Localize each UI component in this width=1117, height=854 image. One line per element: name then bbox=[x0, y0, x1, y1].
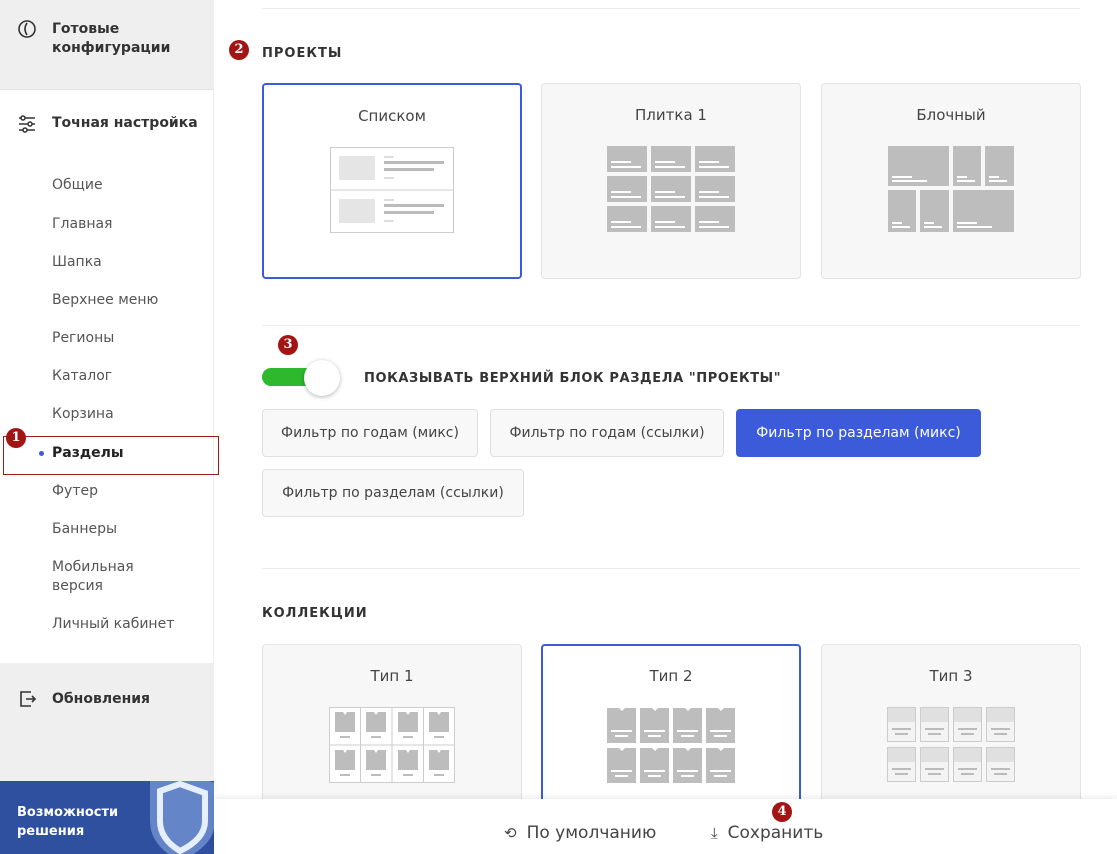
features-banner[interactable]: Возможности решения bbox=[0, 781, 214, 854]
show-top-block-label: ПОКАЗЫВАТЬ ВЕРХНИЙ БЛОК РАЗДЕЛА "ПРОЕКТЫ… bbox=[364, 371, 782, 386]
collections-option-type3[interactable]: Тип 3 bbox=[821, 644, 1081, 814]
option-caption: Списком bbox=[358, 107, 426, 125]
type2-layout-icon bbox=[607, 708, 735, 783]
sidebar-updates-label: Обновления bbox=[52, 691, 151, 707]
collections-option-type2[interactable]: Тип 2 bbox=[541, 644, 801, 814]
step-badge-3: 3 bbox=[278, 335, 298, 355]
sliders-icon bbox=[17, 114, 37, 138]
tile-layout-icon bbox=[607, 146, 735, 232]
sidebar-item-mobile[interactable]: Мобильная версия bbox=[52, 558, 162, 596]
collections-option-type1[interactable]: Тип 1 bbox=[262, 644, 522, 814]
refresh-icon: ⟲ bbox=[504, 824, 517, 842]
filter-sections-links-button[interactable]: Фильтр по разделам (ссылки) bbox=[262, 469, 524, 517]
step-badge-1: 1 bbox=[6, 428, 26, 448]
sidebar-fine-tune-label[interactable]: Точная настройка bbox=[52, 114, 202, 133]
option-caption: Тип 3 bbox=[929, 667, 973, 685]
sidebar-item-banners[interactable]: Баннеры bbox=[52, 520, 202, 539]
sidebar-item-cart[interactable]: Корзина bbox=[52, 405, 202, 424]
update-icon bbox=[17, 689, 37, 713]
divider bbox=[262, 325, 1080, 326]
divider bbox=[262, 568, 1080, 569]
features-banner-text: Возможности решения bbox=[17, 805, 119, 839]
show-top-block-toggle[interactable] bbox=[262, 360, 340, 396]
projects-option-tile[interactable]: Плитка 1 bbox=[541, 83, 801, 279]
divider bbox=[262, 8, 1080, 9]
option-caption: Тип 1 bbox=[370, 667, 414, 685]
footer-bar: ⟲ По умолчанию ⤓ Сохранить 4 bbox=[214, 799, 1117, 854]
type1-layout-icon bbox=[329, 707, 455, 783]
step-badge-2: 2 bbox=[229, 40, 249, 60]
option-caption: Блочный bbox=[916, 106, 986, 124]
sidebar-ready-configs[interactable]: Готовые конфигурации bbox=[0, 0, 214, 90]
projects-title: ПРОЕКТЫ bbox=[262, 46, 343, 61]
sidebar-item-main[interactable]: Главная bbox=[52, 215, 202, 234]
toggle-knob bbox=[304, 360, 340, 396]
list-layout-icon bbox=[330, 147, 454, 233]
save-button[interactable]: ⤓ Сохранить bbox=[711, 823, 823, 843]
shield-logo-icon bbox=[140, 781, 214, 854]
projects-option-block[interactable]: Блочный bbox=[821, 83, 1081, 279]
filter-years-mix-button[interactable]: Фильтр по годам (микс) bbox=[262, 409, 478, 457]
download-icon: ⤓ bbox=[711, 824, 718, 842]
sidebar-item-top-menu[interactable]: Верхнее меню bbox=[52, 291, 202, 310]
sidebar: Готовые конфигурации Точная настройка Об… bbox=[0, 0, 214, 854]
save-label: Сохранить bbox=[727, 823, 824, 843]
option-caption: Тип 2 bbox=[649, 667, 693, 685]
reset-default-button[interactable]: ⟲ По умолчанию bbox=[504, 823, 656, 843]
main-content: ПРОЕКТЫ Списком Плитка 1 Блочный ПОКАЗЫВ… bbox=[214, 0, 1117, 854]
reset-default-label: По умолчанию bbox=[526, 823, 657, 843]
sidebar-ready-configs-label: Готовые конфигурации bbox=[52, 21, 171, 56]
sidebar-item-account[interactable]: Личный кабинет bbox=[52, 615, 202, 634]
filter-years-links-button[interactable]: Фильтр по годам (ссылки) bbox=[490, 409, 724, 457]
type3-layout-icon bbox=[887, 707, 1015, 782]
sidebar-item-catalog[interactable]: Каталог bbox=[52, 367, 202, 386]
projects-option-list[interactable]: Списком bbox=[262, 83, 522, 279]
sidebar-updates[interactable]: Обновления bbox=[0, 663, 214, 783]
step-badge-4: 4 bbox=[772, 802, 792, 822]
sidebar-item-footer[interactable]: Футер bbox=[52, 482, 202, 501]
sidebar-item-regions[interactable]: Регионы bbox=[52, 329, 202, 348]
block-layout-icon bbox=[888, 146, 1014, 232]
sidebar-item-header[interactable]: Шапка bbox=[52, 253, 202, 272]
highlight-box bbox=[3, 436, 219, 475]
option-caption: Плитка 1 bbox=[635, 106, 707, 124]
collections-title: КОЛЛЕКЦИИ bbox=[262, 606, 368, 621]
palette-icon bbox=[17, 19, 37, 43]
filter-sections-mix-button[interactable]: Фильтр по разделам (микс) bbox=[736, 409, 981, 457]
sidebar-item-general[interactable]: Общие bbox=[52, 176, 202, 195]
